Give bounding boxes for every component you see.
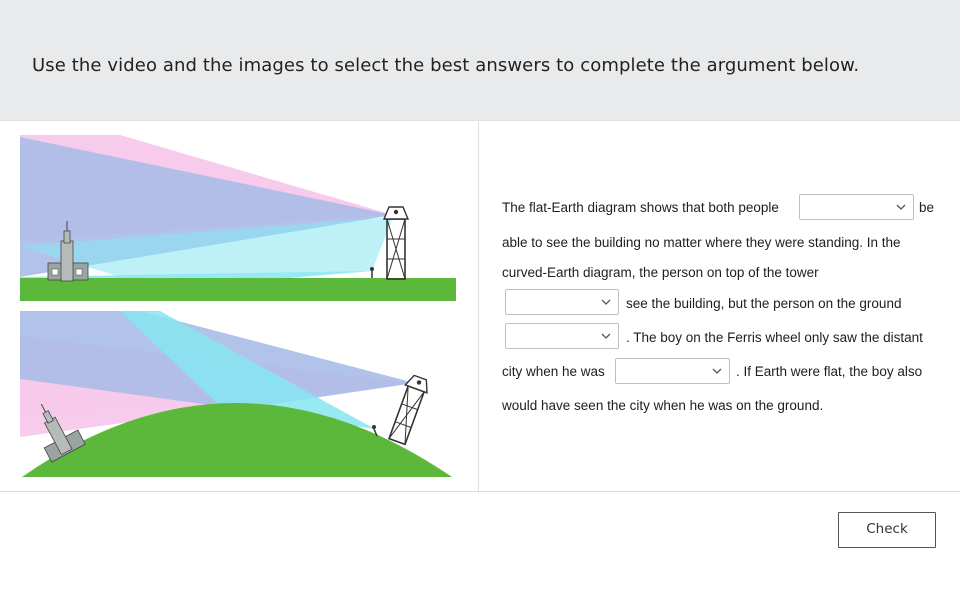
chevron-down-icon [896, 204, 906, 210]
dropdown-2[interactable] [505, 289, 619, 315]
argument-line-6-before: city when he was [502, 364, 605, 379]
instruction-header: Use the video and the images to select t… [0, 0, 960, 120]
flat-earth-diagram [20, 135, 456, 301]
argument-line-7: would have seen the city when he was on … [502, 398, 824, 413]
dropdown-4[interactable] [615, 358, 730, 384]
argument-line-3: curved-Earth diagram, the person on top … [502, 265, 819, 280]
instruction-text: Use the video and the images to select t… [32, 55, 860, 76]
dropdown-3[interactable] [505, 323, 619, 349]
argument-line-1-after: be [919, 200, 935, 215]
argument-line-6-after: . If Earth were flat, the boy also [736, 364, 923, 379]
chevron-down-icon [712, 368, 722, 374]
flat-ground [20, 278, 456, 301]
curved-earth-diagram [20, 311, 452, 477]
argument-line-2: able to see the building no matter where… [502, 235, 901, 250]
panel-divider [478, 121, 479, 493]
sight-line-diagram [20, 135, 456, 477]
chevron-down-icon [601, 299, 611, 305]
chevron-down-icon [601, 333, 611, 339]
argument-line-1: The flat-Earth diagram shows that both p… [502, 200, 779, 215]
argument-passage: The flat-Earth diagram shows that both p… [502, 121, 942, 493]
question-content: The flat-Earth diagram shows that both p… [0, 120, 960, 493]
argument-line-4-after: see the building, but the person on the … [626, 296, 902, 311]
dropdown-1[interactable] [799, 194, 914, 220]
check-button[interactable]: Check [838, 512, 936, 548]
argument-line-5-after: . The boy on the Ferris wheel only saw t… [626, 330, 923, 345]
